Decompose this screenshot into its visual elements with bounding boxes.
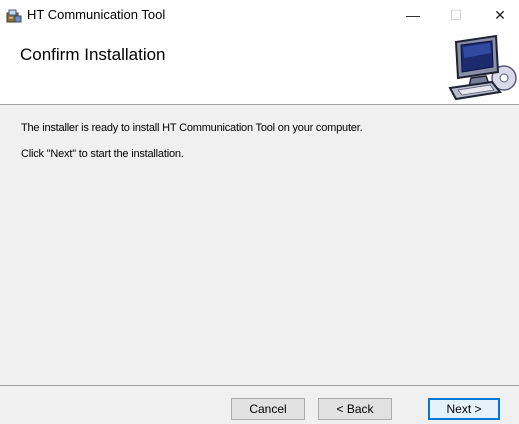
window-title: HT Communication Tool: [27, 7, 166, 22]
computer-install-icon: [448, 34, 517, 101]
close-icon: ✕: [494, 6, 506, 23]
maximize-icon: ☐: [449, 6, 463, 23]
page-title: Confirm Installation: [20, 45, 166, 64]
instruction-text: Click "Next" to start the installation.: [21, 148, 184, 160]
minimize-icon: —: [406, 7, 420, 23]
installer-package-icon: [6, 9, 22, 23]
next-button[interactable]: Next >: [428, 398, 500, 420]
title-bar[interactable]: HT Communication Tool — ☐ ✕: [0, 0, 519, 30]
header-banner: Confirm Installation: [0, 30, 519, 104]
ready-message: The installer is ready to install HT Com…: [21, 122, 363, 134]
footer-divider: [0, 385, 519, 386]
close-button[interactable]: ✕: [482, 0, 518, 30]
header-divider: [0, 104, 519, 105]
minimize-button[interactable]: —: [395, 0, 431, 30]
back-button[interactable]: < Back: [318, 398, 392, 420]
cancel-button[interactable]: Cancel: [231, 398, 305, 420]
maximize-button[interactable]: ☐: [438, 0, 474, 30]
installer-dialog: HT Communication Tool — ☐ ✕ Confirm Inst…: [0, 0, 519, 424]
